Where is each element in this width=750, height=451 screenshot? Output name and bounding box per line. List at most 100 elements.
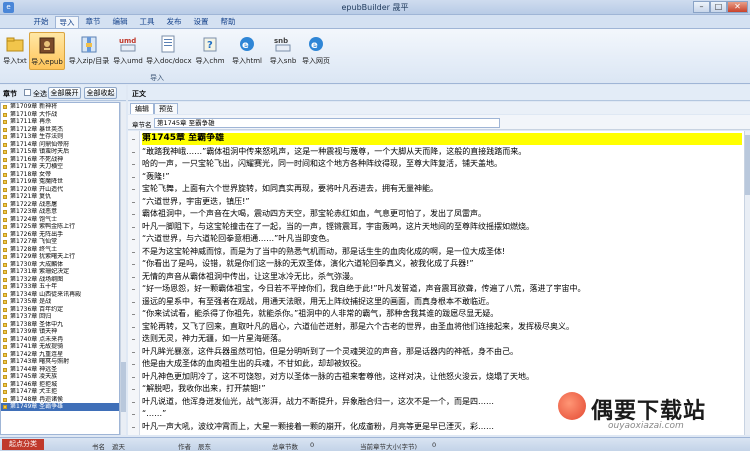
chapter-list-item[interactable]: 第1741章 无故提骑: [1, 343, 119, 351]
chapter-list-label: 第1724章 饱气士: [10, 215, 58, 223]
chapter-list-item[interactable]: 第1729章 犹紫曙天上行: [1, 253, 119, 261]
import-zip-button[interactable]: 导入zip/目录: [68, 32, 110, 70]
text-editor[interactable]: 第1745章 至霸争雄 “敢踏我神峨……”霸体祖洞中传来怒吼声，这是一种震视与蔑尊…: [128, 131, 744, 435]
doc-icon: [158, 35, 178, 53]
chapter-list-scrollbar[interactable]: [120, 102, 126, 435]
chapter-list-item[interactable]: 第1714章 问鼎仙帝府: [1, 141, 119, 149]
umd-icon: umd: [118, 35, 138, 53]
chapter-list-item[interactable]: 第1735章 是战: [1, 298, 119, 306]
editor-scrollbar[interactable]: [744, 131, 750, 435]
tab-publish[interactable]: 发布: [163, 16, 185, 28]
chapter-list-item[interactable]: 第1723章 战恶意: [1, 208, 119, 216]
chapter-list-item[interactable]: 第1749章 圣霸争雄: [1, 403, 119, 411]
chapter-list-item[interactable]: 第1734章 山西徒来讯再殿: [1, 291, 119, 299]
tab-help[interactable]: 帮助: [217, 16, 239, 28]
chapter-list-item[interactable]: 第1712章 暴世英杰: [1, 126, 119, 134]
chapter-list-item[interactable]: 第1731章 紫珊妃决定: [1, 268, 119, 276]
import-epub-button[interactable]: 导入epub: [29, 32, 65, 70]
chapter-list-item[interactable]: 第1748章 冉迩诸侯: [1, 396, 119, 404]
chapter-list-item[interactable]: 第1739章 镇天神: [1, 328, 119, 336]
chapter-list-item[interactable]: 第1732章 战场纲图: [1, 276, 119, 284]
tab-preview-mode[interactable]: 预览: [154, 103, 178, 114]
chapter-list-item[interactable]: 第1719章 冤魔降世: [1, 178, 119, 186]
chapter-list-label: 第1715章 镇蛮时天后: [10, 148, 70, 155]
text-line: “敢踏我神峨……”霸体祖洞中传来怒吼声，这是一种震视与蔑尊，一个大脚从天而降，这…: [142, 146, 527, 156]
chapter-list-item[interactable]: 第1717章 天刀横空: [1, 163, 119, 171]
status-category-tag[interactable]: 起点分类: [2, 439, 44, 450]
chapter-list-label: 第1739章 镇天神: [10, 328, 58, 335]
minimize-button[interactable]: –: [693, 1, 710, 13]
chapter-name-input[interactable]: 第1745章 至霸争雄: [154, 118, 500, 128]
chapter-list-item[interactable]: 第1736章 百年约定: [1, 306, 119, 314]
chapter-node-icon: [3, 337, 7, 342]
import-txt-button[interactable]: 导入txt: [3, 32, 27, 70]
chapter-list-item[interactable]: 第1746章 拒拒城: [1, 381, 119, 389]
import-doc-button[interactable]: 导入doc/docx: [146, 32, 192, 70]
scrollbar-thumb[interactable]: [121, 362, 126, 412]
chapter-node-icon: [3, 127, 7, 132]
chapter-list-label: 第1746章 拒拒城: [10, 380, 58, 388]
chapter-list-item[interactable]: 第1743章 曙冥与照射: [1, 358, 119, 366]
chapter-list-item[interactable]: 第1737章 回归: [1, 313, 119, 321]
tab-settings[interactable]: 设置: [190, 16, 212, 28]
chapter-list-label: 第1733章 五十年: [10, 283, 58, 290]
collapse-all-button[interactable]: 全部收起: [84, 87, 117, 99]
chapter-list-item[interactable]: 第1724章 饱气士: [1, 216, 119, 224]
content-panel-header: 正文: [128, 85, 750, 101]
chapter-list-item[interactable]: 第1722章 战恶屠: [1, 201, 119, 209]
ribbon: 导入txt 导入epub 导入zip/目录 umd 导入umd 导入doc/do…: [0, 28, 750, 84]
chapter-list-label: 第1728章 终气土: [10, 245, 58, 253]
gutter-marker: [132, 376, 135, 378]
chapter-list-item[interactable]: 第1710章 大作战: [1, 111, 119, 119]
chapter-list-item[interactable]: 第1715章 镇蛮时天后: [1, 148, 119, 156]
chapter-heading-line: 第1745章 至霸争雄: [142, 133, 742, 145]
close-button[interactable]: ✕: [727, 1, 748, 13]
ribbon-group-label: 导入: [150, 74, 164, 82]
chapter-node-icon: [3, 382, 7, 387]
tab-edit-mode[interactable]: 编辑: [130, 103, 154, 114]
gutter-marker: [132, 401, 135, 403]
chapter-list-item[interactable]: 第1738章 圣体中九: [1, 321, 119, 329]
folder-icon: [5, 35, 25, 53]
chapter-list-item[interactable]: 第1720章 开山造代: [1, 186, 119, 194]
expand-all-button[interactable]: 全部展开: [48, 87, 81, 99]
chapter-list-label: 第1720章 开山造代: [10, 185, 64, 193]
chapter-list-item[interactable]: 第1709章 新神将: [1, 103, 119, 111]
tab-import[interactable]: 导入: [55, 16, 79, 28]
current-size-value: 0: [432, 441, 437, 449]
chapter-list-item[interactable]: 第1740章 点未来冉: [1, 336, 119, 344]
tab-chapter[interactable]: 章节: [82, 16, 104, 28]
chapter-list-item[interactable]: 第1742章 九重连星: [1, 351, 119, 359]
chapter-list-item[interactable]: 第1727章 飞仙堂: [1, 238, 119, 246]
chapter-list-item[interactable]: 第1733章 五十年: [1, 283, 119, 291]
import-snb-button[interactable]: snb 导入snb: [267, 32, 299, 70]
chapter-list-item[interactable]: 第1726章 无阵出手: [1, 231, 119, 239]
chapter-list-item[interactable]: 第1716章 不死战神: [1, 156, 119, 164]
svg-text:?: ?: [207, 40, 213, 51]
select-all-checkbox[interactable]: [24, 89, 31, 96]
gutter-marker: [132, 289, 135, 290]
text-line: 叶凡神色更加阴冷了，这不可饶恕，对方以圣体一脉的古祖来奢尊他，这样对决，让他怒火…: [142, 371, 534, 381]
tab-tools[interactable]: 工具: [136, 16, 158, 28]
chapter-list-item[interactable]: 第1747章 犬王拒: [1, 388, 119, 396]
import-chm-button[interactable]: ? 导入chm: [193, 32, 227, 70]
tab-start[interactable]: 开始: [30, 16, 52, 28]
import-html-button[interactable]: e 导入html: [230, 32, 264, 70]
chapter-list-item[interactable]: 第1745章 凌天族: [1, 373, 119, 381]
scrollbar-thumb[interactable]: [745, 135, 750, 195]
chapter-list-item[interactable]: 第1725章 紫鸭金陈上行: [1, 223, 119, 231]
chapter-list-item[interactable]: 第1744章 神远圣: [1, 366, 119, 374]
import-web-button[interactable]: e 导入网页: [301, 32, 331, 70]
chapter-list-item[interactable]: 第1713章 生存法则: [1, 133, 119, 141]
chapter-list-label: 第1743章 曙冥与照射: [10, 358, 70, 365]
chapter-list-item[interactable]: 第1711章 再杀: [1, 118, 119, 126]
chapter-list-item[interactable]: 第1730章 大成麟体: [1, 261, 119, 269]
text-line: 霸体祖洞中，一个声音在大喝，震动四方天空，那宝轮赤红如血，气息更可怕了，发出了凤…: [142, 209, 486, 218]
chapter-list-item[interactable]: 第1718章 女帝: [1, 171, 119, 179]
chapter-list-item[interactable]: 第1728章 终气土: [1, 246, 119, 254]
chapter-list-item[interactable]: 第1721章 复仇: [1, 193, 119, 201]
import-umd-button[interactable]: umd 导入umd: [112, 32, 144, 70]
maximize-button[interactable]: □: [710, 1, 727, 13]
tab-edit[interactable]: 编辑: [109, 16, 131, 28]
gutter-marker: [132, 239, 135, 240]
